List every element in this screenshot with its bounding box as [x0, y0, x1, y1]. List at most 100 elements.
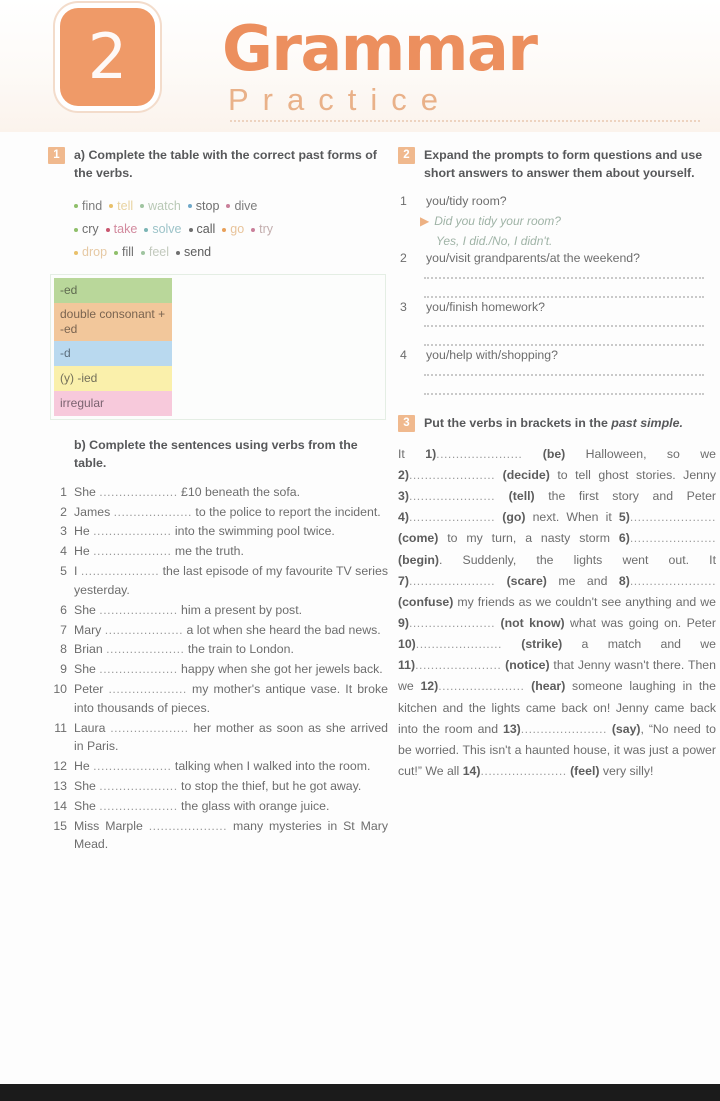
- answer-gap[interactable]: ....................: [110, 721, 188, 735]
- answer-gap[interactable]: ......................: [409, 468, 495, 482]
- verb-item: stop: [187, 199, 219, 213]
- gap-number: 10): [398, 637, 416, 652]
- answer-gap[interactable]: ....................: [149, 819, 227, 833]
- answer-gap[interactable]: ......................: [630, 510, 716, 524]
- answer-gap[interactable]: ......................: [415, 658, 501, 672]
- passage-text: Halloween, so we: [565, 446, 716, 461]
- verb-label: find: [82, 198, 103, 213]
- exercise-3-number: 3: [398, 414, 415, 432]
- sentence-item: 4 He .................... me the truth.: [48, 542, 388, 561]
- gap-number: 7): [398, 573, 409, 588]
- verb-label: fill: [122, 244, 134, 259]
- answer-gap[interactable]: ....................: [93, 544, 171, 558]
- gap-number: 5): [618, 510, 630, 525]
- verb-prompt: (come): [398, 531, 439, 546]
- bullet-icon: [188, 227, 193, 232]
- gap-number: 4): [398, 510, 409, 525]
- table-row-label: -d: [54, 341, 172, 367]
- answer-gap[interactable]: ......................: [416, 637, 502, 651]
- table-row: -d: [54, 341, 382, 367]
- answer-gap[interactable]: ......................: [409, 574, 495, 588]
- answer-line[interactable]: [424, 325, 704, 328]
- bullet-icon: [114, 250, 119, 255]
- answer-line[interactable]: [424, 373, 704, 377]
- sentence-item: 2 James .................... to the polic…: [48, 503, 388, 522]
- table-row-answer-cell[interactable]: [172, 341, 382, 366]
- sentence-text-after: happy when she got her jewels back.: [177, 662, 383, 677]
- verb-label: dive: [234, 198, 258, 213]
- table-row-label: -ed: [54, 278, 172, 304]
- verb-bank-row: find tell watch stop dive: [74, 195, 388, 218]
- verb-item: call: [188, 222, 215, 236]
- answer-gap[interactable]: ......................: [409, 489, 495, 503]
- answer-gap[interactable]: ......................: [409, 616, 495, 630]
- sentence-text-after: him a present by post.: [177, 602, 303, 617]
- answer-gap[interactable]: ......................: [480, 764, 566, 778]
- sentence-text-before: She: [74, 602, 100, 617]
- answer-gap[interactable]: ....................: [99, 603, 177, 617]
- answer-gap[interactable]: ....................: [106, 642, 184, 656]
- table-row-answer-cell[interactable]: [172, 278, 382, 303]
- answer-gap[interactable]: ......................: [630, 574, 716, 588]
- answer-gap[interactable]: ....................: [99, 779, 177, 793]
- prompt-item: 3 you/finish homework?: [398, 299, 716, 316]
- passage-text: very silly!: [599, 764, 654, 778]
- exercise-3-header: 3 Put the verbs in brackets in the past …: [398, 414, 716, 432]
- table-row-answer-cell[interactable]: [172, 366, 382, 391]
- page-title: Grammar: [222, 12, 538, 85]
- answer-gap[interactable]: ......................: [438, 679, 524, 693]
- sentence-number: 2: [60, 504, 67, 519]
- table-row: irregular: [54, 391, 382, 417]
- verb-label: send: [184, 244, 212, 259]
- bullet-icon: [140, 250, 145, 255]
- verb-prompt: (be): [522, 446, 566, 461]
- verb-label: take: [113, 221, 138, 236]
- answer-gap[interactable]: ....................: [93, 759, 171, 773]
- table-row-answer-cell[interactable]: [172, 303, 382, 341]
- passage-text: It: [398, 446, 426, 461]
- sentence-text-before: She: [74, 662, 100, 677]
- answer-gap[interactable]: ....................: [99, 485, 177, 499]
- answer-gap[interactable]: ....................: [114, 505, 192, 519]
- example-question: ▶ Did you tidy your room?: [420, 212, 716, 230]
- answer-gap[interactable]: ....................: [99, 662, 177, 676]
- verb-bank-row: cry take solve call go try: [74, 218, 388, 241]
- example-answer: Yes, I did./No, I didn't.: [436, 234, 553, 249]
- answer-line[interactable]: [424, 276, 704, 280]
- verb-item: go: [222, 222, 244, 236]
- sentence-text-before: James: [74, 504, 114, 519]
- gap-number: 14): [462, 764, 481, 778]
- passage-text: a match and we: [562, 637, 717, 652]
- gap-number: 6): [618, 531, 630, 546]
- answer-gap[interactable]: ......................: [630, 531, 716, 545]
- sentence-text-after: to stop the thief, but he got away.: [177, 779, 362, 793]
- sentence-text-before: Brian: [74, 642, 107, 657]
- answer-gap[interactable]: ......................: [409, 510, 495, 524]
- sentence-item: 5I .................... the last episode…: [48, 562, 388, 600]
- exercise-1-header: 1 a) Complete the table with the correct…: [48, 146, 388, 183]
- answer-gap[interactable]: ....................: [109, 682, 187, 696]
- answer-gap[interactable]: ....................: [105, 623, 183, 637]
- exercise-2-instruction: Expand the prompts to form questions and…: [424, 148, 703, 181]
- passage-text: the first story and Peter: [534, 489, 717, 504]
- sentence-text-before: She: [74, 798, 100, 813]
- sentence-text-before: Laura: [74, 720, 111, 735]
- answer-gap[interactable]: ....................: [93, 524, 171, 538]
- sentence-text-after: me the truth.: [171, 544, 244, 559]
- verb-label: solve: [152, 221, 182, 236]
- table-row: (y) -ied: [54, 366, 382, 392]
- prompt-text: you/help with/shopping?: [426, 348, 558, 363]
- exercise-2-header: 2 Expand the prompts to form questions a…: [398, 146, 716, 183]
- sentence-item: 9 She .................... happy when she…: [48, 660, 388, 679]
- answer-line[interactable]: [424, 392, 704, 396]
- answer-gap[interactable]: ......................: [521, 722, 607, 736]
- answer-gap[interactable]: ....................: [99, 799, 177, 813]
- sentence-text-after: a lot when she heard the bad news.: [183, 622, 381, 637]
- bullet-icon: [187, 204, 192, 209]
- page-bottom-band: [0, 1084, 720, 1101]
- answer-gap[interactable]: ....................: [81, 564, 159, 578]
- table-row-answer-cell[interactable]: [172, 391, 382, 416]
- answer-gap[interactable]: ......................: [436, 447, 522, 461]
- past-forms-table: -ed double consonant + -ed -d (y) -ied i…: [50, 274, 386, 421]
- sentence-text-before: Peter: [74, 681, 109, 696]
